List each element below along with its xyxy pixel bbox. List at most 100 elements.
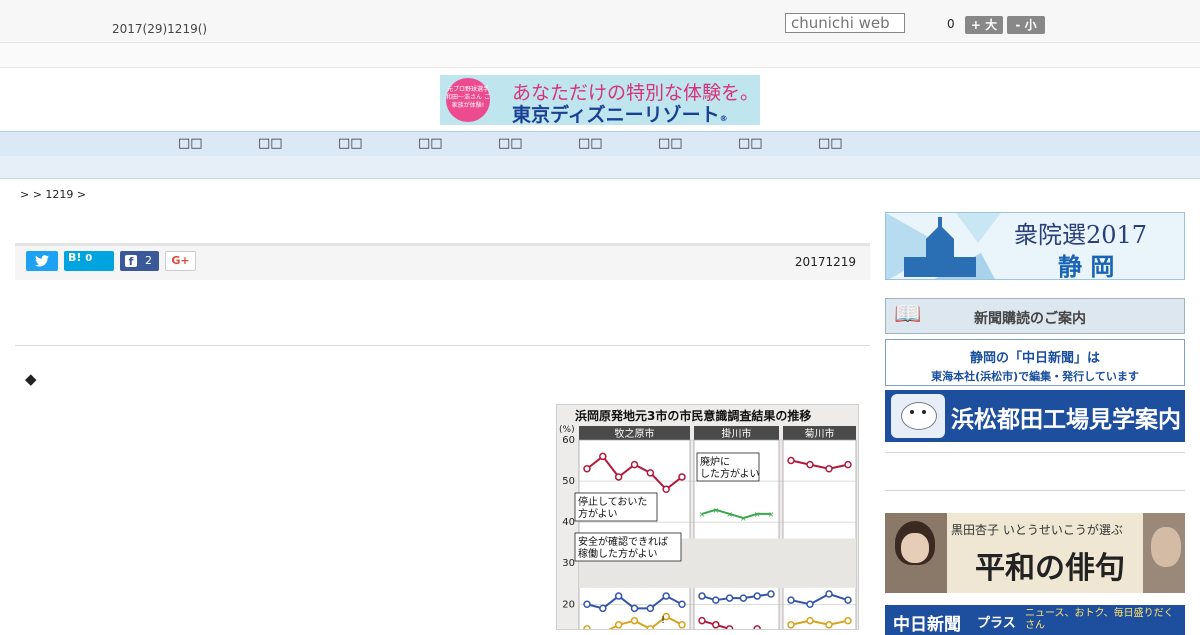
chart-ylabel: (%) [559,425,575,435]
data-point: × [726,510,733,519]
data-point [583,464,591,473]
y-tick-label: 30 [562,558,575,569]
hatena-icon: B! [68,251,82,264]
chart-title: 浜岡原発地元3市の市民意識調査結果の推移 [575,408,811,423]
nav-item[interactable]: □□ [418,136,443,151]
plus-title: 中日新聞 [893,615,961,635]
data-point [630,460,639,469]
ad-banner[interactable]: 元プロ野球選手 和田一浩さん ご家族が体験! あなただけの特別な体験を。 東京デ… [440,75,760,125]
facebook-share-button[interactable]: f 2 [120,251,159,271]
nav-item[interactable]: □□ [658,136,683,151]
plus-badge: プラス [977,616,1016,631]
annotation-stop: 停止しておいた [578,495,647,508]
election-banner[interactable]: 衆院選2017 静 岡 [885,212,1185,280]
y-tick-label: 40 [562,517,575,528]
annotation-decommission: した方がよい [700,467,760,480]
sidebar-divider [885,490,1185,491]
data-point [646,469,655,477]
data-point [825,621,833,629]
data-point: × [768,510,775,519]
election-graphic: 衆院選2017 静 岡 [886,213,1147,279]
google-plus-button[interactable]: G+ [165,251,196,271]
search-input[interactable] [785,13,905,33]
data-point [712,621,720,629]
survey-chart: 浜岡原発地元3市の市民意識調査結果の推移 (%) 牧之原市 掛川市 菊川市 60 50 4… [556,404,859,630]
article-divider [15,345,870,346]
shizuoka-info-banner[interactable]: 静岡の「中日新聞」は 東海本社(浜松市)で編集・発行しています [885,339,1185,386]
data-point [844,596,852,604]
data-point [630,616,639,625]
data-point [630,604,639,613]
nav-item[interactable]: □□ [578,136,603,151]
annotation-stop: 方がよい [578,507,618,520]
factory-tour-banner[interactable]: 浜松都田工場見学案内 [885,390,1185,442]
header-date: 2017(29)1219() [112,22,208,36]
subscription-banner[interactable]: 📖 新聞購読のご案内 [885,298,1185,334]
twitter-share-button[interactable] [26,251,58,271]
data-point: × [699,510,706,519]
sub-nav [0,156,1200,179]
header-sub-strip [0,43,1200,68]
data-point [806,460,814,469]
factory-tour-label: 浜松都田工場見学案内 [951,407,1181,433]
data-point [614,592,623,600]
nav-item[interactable]: □□ [338,136,363,151]
y-tick-label: 20 [562,599,575,610]
font-size-up-button[interactable]: + 大 [965,16,1003,34]
shizuoka-line-1: 静岡の「中日新聞」は [969,351,1100,366]
book-icon: 📖 [894,302,922,327]
data-point [844,460,852,469]
data-point [599,452,607,461]
plus-subtitle: ニュース、おトク、毎日盛りだくさん [1025,608,1174,631]
ad-brand-text: 東京ディズニーリゾート [512,104,720,125]
data-point [646,625,655,629]
ad-badge: 元プロ野球選手 和田一浩さん ご家族が体験! [446,78,490,122]
hatena-bookmark-button[interactable]: B! 0 [64,251,114,271]
data-point [825,590,833,598]
election-title: 衆院選2017 [1014,221,1147,249]
data-point [662,592,670,600]
main-nav: □□ □□ □□ □□ □□ □□ □□ □□ □□ [0,131,1200,157]
data-point [678,600,686,609]
data-point [806,600,814,609]
nav-item[interactable]: □□ [178,136,203,151]
nav-item[interactable]: □□ [738,136,763,151]
data-point [614,473,623,481]
nav-item[interactable]: □□ [818,136,843,151]
data-point [787,456,795,465]
data-point [583,600,591,609]
data-point [753,592,761,600]
panel-header-label: 掛川市 [722,427,752,440]
hatena-count: 0 [85,253,93,264]
facebook-count: 2 [145,254,152,267]
data-point [787,596,795,604]
sidebar-divider [885,452,1185,453]
y-tick-label: 50 [562,476,575,487]
data-point [739,594,748,602]
nav-item[interactable]: □□ [498,136,523,151]
data-point [698,616,706,625]
mascot-icon [891,394,945,438]
data-point [806,616,814,625]
twitter-icon [35,255,49,267]
haiku-title: 平和の俳句 [975,551,1125,586]
annotation-decommission: 廃炉に [700,455,730,468]
data-point [599,604,607,613]
peace-haiku-banner[interactable]: 黒田杏子 いとうせいこうが選ぶ 平和の俳句 [885,513,1185,593]
chart-svg: 浜岡原発地元3市の市民意識調査結果の推移 (%) 牧之原市 掛川市 菊川市 60 50 4… [559,408,857,629]
subscription-label: 新聞購読のご案内 [974,311,1086,327]
annotation-mark: ! [661,615,665,626]
y-tick-label: 60 [562,435,575,446]
data-point [825,464,833,473]
data-point [767,590,775,598]
panel-header-label: 牧之原市 [615,427,655,440]
annotation-restart: 稼働した方がよい [578,547,658,560]
haiku-subtitle: 黒田杏子 いとうせいこうが選ぶ [951,523,1123,537]
chunichi-plus-banner[interactable]: 中日新聞 プラス ニュース、おトク、毎日盛りだくさん [885,605,1185,635]
data-point [753,625,761,629]
data-point [583,625,591,629]
breadcrumb[interactable]: > > 1219 > [20,188,86,201]
facebook-icon: f [125,255,137,268]
font-size-down-button[interactable]: - 小 [1007,16,1045,34]
nav-item[interactable]: □□ [258,136,283,151]
